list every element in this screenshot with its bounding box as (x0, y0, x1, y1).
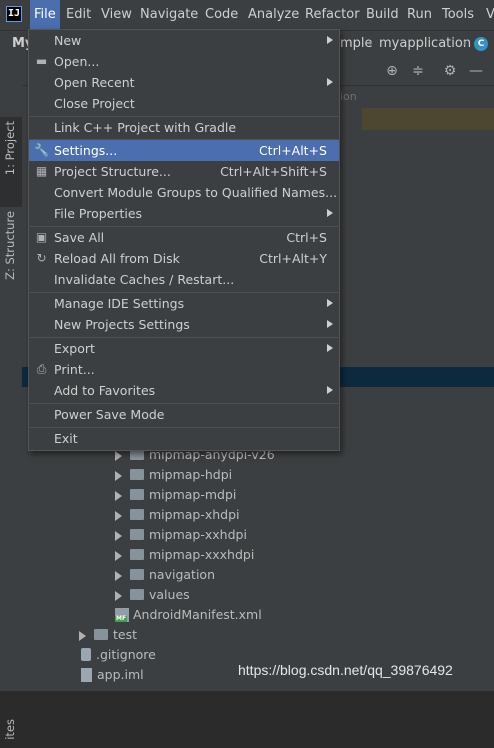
folder-icon (130, 529, 144, 540)
file-menu-dropdown: New ▬ Open... Open Recent Close Project L… (28, 29, 340, 451)
folder-icon (130, 589, 144, 600)
expand-arrow-icon[interactable] (115, 530, 122, 541)
menu-tools[interactable]: Tools (442, 0, 474, 30)
expand-arrow-icon[interactable] (115, 490, 122, 501)
folder-icon (130, 489, 144, 500)
menu-edit[interactable]: Edit (66, 0, 91, 30)
collapse-all-icon[interactable]: ≑ (410, 63, 426, 79)
tree-item-mipmap-mdpi[interactable]: mipmap-mdpi (115, 485, 236, 505)
submenu-arrow-icon (327, 36, 333, 44)
menu-item-reload-from-disk[interactable]: ↻ Reload All from Disk Ctrl+Alt+Y (29, 248, 339, 269)
submenu-arrow-icon (327, 320, 333, 328)
menu-item-export[interactable]: Export (29, 338, 339, 359)
menu-item-close-project[interactable]: Close Project (29, 93, 339, 114)
expand-arrow-icon[interactable] (115, 590, 122, 601)
reload-icon: ↻ (36, 251, 47, 265)
menu-item-power-save-mode[interactable]: Power Save Mode (29, 404, 339, 425)
tree-item-values[interactable]: values (115, 585, 190, 605)
locate-file-icon[interactable]: ⊕ (384, 63, 400, 79)
class-icon[interactable]: C (474, 37, 488, 51)
breadcrumb-myapplication[interactable]: myapplication (379, 31, 471, 57)
menu-navigate[interactable]: Navigate (140, 0, 198, 30)
menu-item-add-to-favorites[interactable]: Add to Favorites (29, 380, 339, 401)
menu-build[interactable]: Build (366, 0, 399, 30)
tab-favorites[interactable]: ites (0, 717, 22, 748)
manifest-file-icon: MF (115, 607, 129, 622)
folder-icon (130, 549, 144, 560)
folder-icon (94, 629, 108, 640)
watermark-text: https://blog.csdn.net/qq_39876492 (238, 662, 453, 678)
tree-item-mipmap-xhdpi[interactable]: mipmap-xhdpi (115, 505, 240, 525)
menu-item-open-recent[interactable]: Open Recent (29, 72, 339, 93)
menu-bar: IJ File Edit View Navigate Code Analyze … (0, 0, 494, 30)
wrench-icon: 🔧 (34, 143, 49, 157)
submenu-arrow-icon (327, 386, 333, 394)
gear-icon[interactable]: ⚙ (442, 63, 458, 79)
highlighted-row[interactable] (362, 108, 494, 130)
expand-arrow-icon[interactable] (115, 570, 122, 581)
menu-item-new-projects-settings[interactable]: New Projects Settings (29, 314, 339, 335)
gitignore-file-icon (81, 648, 91, 661)
save-icon: ▣ (35, 230, 48, 244)
menu-item-invalidate-caches[interactable]: Invalidate Caches / Restart... (29, 269, 339, 290)
menu-item-convert-module-groups[interactable]: Convert Module Groups to Qualified Names… (29, 182, 339, 203)
expand-arrow-icon[interactable] (115, 510, 122, 521)
folder-icon (130, 469, 144, 480)
menu-item-manage-ide-settings[interactable]: Manage IDE Settings (29, 293, 339, 314)
menu-run[interactable]: Run (407, 0, 432, 30)
intellij-logo-icon: IJ (6, 6, 22, 22)
menu-refactor[interactable]: Refactor (305, 0, 360, 30)
submenu-arrow-icon (327, 78, 333, 86)
tree-item-test[interactable]: test (79, 625, 137, 645)
tab-structure[interactable]: Z: Structure (0, 207, 22, 297)
menu-item-settings[interactable]: 🔧 Settings... Ctrl+Alt+S (29, 140, 339, 161)
menu-item-new[interactable]: New (29, 30, 339, 51)
tree-item-app-iml[interactable]: app.iml (81, 665, 144, 685)
folder-icon (130, 569, 144, 580)
menu-analyze[interactable]: Analyze (248, 0, 299, 30)
menu-item-save-all[interactable]: ▣ Save All Ctrl+S (29, 227, 339, 248)
menu-item-open[interactable]: ▬ Open... (29, 51, 339, 72)
folder-icon (130, 509, 144, 520)
tree-item-navigation[interactable]: navigation (115, 565, 215, 585)
menu-item-file-properties[interactable]: File Properties (29, 203, 339, 224)
hide-panel-icon[interactable]: — (468, 63, 484, 79)
breadcrumb-separator-icon: › (368, 36, 374, 51)
tree-item-mipmap-hdpi[interactable]: mipmap-hdpi (115, 465, 232, 485)
print-icon: ⎙ (36, 362, 47, 376)
submenu-arrow-icon (327, 209, 333, 217)
expand-arrow-icon[interactable] (115, 450, 122, 461)
submenu-arrow-icon (327, 344, 333, 352)
menu-code[interactable]: Code (205, 0, 238, 30)
menu-item-link-cpp[interactable]: Link C++ Project with Gradle (29, 117, 339, 138)
tool-window-strip: 1: Project Z: Structure ites (0, 57, 23, 740)
tree-hint-text: ion (340, 90, 357, 103)
expand-arrow-icon[interactable] (115, 470, 122, 481)
tree-item-mipmap-xxxhdpi[interactable]: mipmap-xxxhdpi (115, 545, 254, 565)
menu-vcs[interactable]: V (486, 0, 494, 30)
menu-item-print[interactable]: ⎙ Print... (29, 359, 339, 380)
tree-item-gitignore[interactable]: .gitignore (81, 645, 156, 665)
tree-item-mipmap-xxhdpi[interactable]: mipmap-xxhdpi (115, 525, 247, 545)
folder-open-icon: ▬ (35, 54, 48, 68)
project-structure-icon: ▦ (35, 164, 48, 178)
breadcrumb-separator-icon: › (462, 36, 468, 51)
expand-arrow-icon[interactable] (79, 630, 86, 641)
iml-file-icon (81, 667, 92, 682)
expand-arrow-icon[interactable] (115, 550, 122, 561)
tab-project[interactable]: 1: Project (0, 117, 22, 207)
menu-item-project-structure[interactable]: ▦ Project Structure... Ctrl+Alt+Shift+S (29, 161, 339, 182)
menu-file[interactable]: File (30, 0, 60, 30)
submenu-arrow-icon (327, 299, 333, 307)
menu-item-exit[interactable]: Exit (29, 428, 339, 449)
menu-view[interactable]: View (101, 0, 132, 30)
tree-item-androidmanifest[interactable]: MF AndroidManifest.xml (115, 605, 262, 625)
